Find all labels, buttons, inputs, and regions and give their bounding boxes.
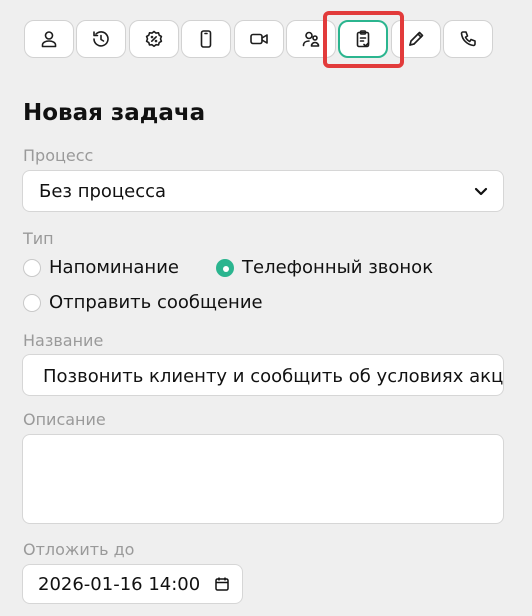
radio-send-message[interactable]: Отправить сообщение <box>23 292 263 313</box>
postpone-value: 2026-01-16 14:00 <box>38 574 201 595</box>
calendar-icon[interactable] <box>214 576 230 592</box>
radio-send-message-label: Отправить сообщение <box>49 292 263 313</box>
description-textarea[interactable] <box>22 434 504 524</box>
radio-phone-call[interactable]: Телефонный звонок <box>216 257 433 278</box>
type-label: Тип <box>23 229 54 248</box>
history-icon <box>93 31 109 47</box>
active-tab-highlight <box>323 11 404 68</box>
form-title: Новая задача <box>23 100 206 126</box>
radio-send-message-indicator <box>23 293 41 312</box>
name-input[interactable]: Позвонить клиенту и сообщить об условиях… <box>22 354 504 396</box>
mobile-button[interactable] <box>181 20 231 58</box>
radio-reminder[interactable]: Напоминание <box>23 257 179 278</box>
video-call-button[interactable] <box>234 20 284 58</box>
radio-reminder-indicator <box>23 258 41 277</box>
contact-button[interactable] <box>24 20 74 58</box>
name-label: Название <box>23 331 104 350</box>
discount-button[interactable] <box>129 20 179 58</box>
video-camera-icon <box>250 33 268 45</box>
users-icon <box>302 31 320 47</box>
process-label: Процесс <box>23 146 94 165</box>
user-icon <box>41 31 57 48</box>
description-label: Описание <box>23 410 106 429</box>
phone-icon <box>460 31 476 47</box>
pencil-icon <box>409 31 424 46</box>
process-select[interactable]: Без процесса <box>22 170 504 212</box>
postpone-datetime-input[interactable]: 2026-01-16 14:00 <box>22 564 243 604</box>
postpone-label: Отложить до <box>23 540 135 559</box>
radio-phone-call-label: Телефонный звонок <box>242 257 434 278</box>
history-button[interactable] <box>76 20 126 58</box>
chevron-down-icon <box>473 183 489 199</box>
radio-reminder-label: Напоминание <box>49 257 179 278</box>
discount-badge-icon <box>145 30 163 48</box>
radio-phone-call-indicator <box>216 258 234 277</box>
mobile-phone-icon <box>200 30 212 48</box>
process-value: Без процесса <box>39 181 167 202</box>
call-button[interactable] <box>443 20 493 58</box>
